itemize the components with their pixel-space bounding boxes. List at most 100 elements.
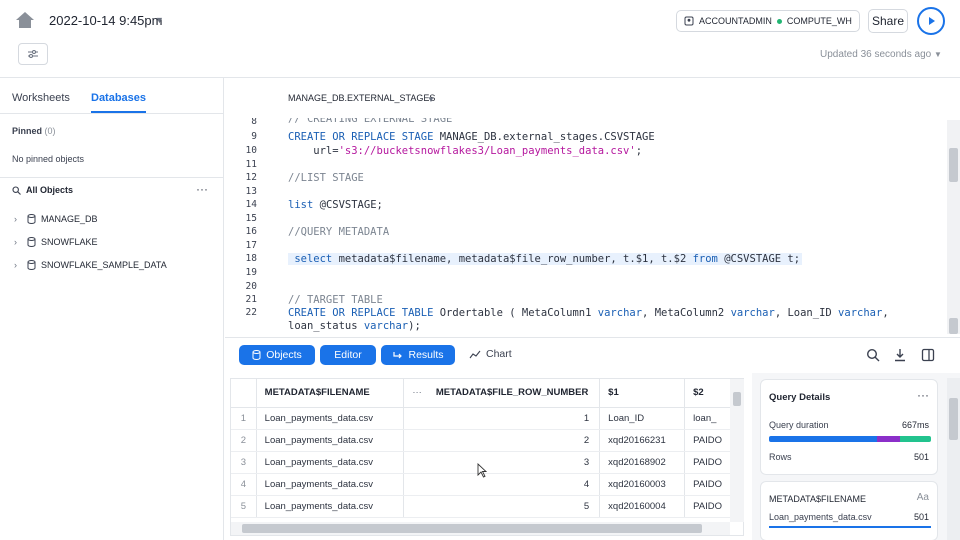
results-toolbar: Objects Editor Results Chart [225,337,960,373]
editor-scroll-thumb-bottom[interactable] [949,318,958,334]
search-icon[interactable] [12,185,21,195]
chevron-right-icon[interactable]: › [14,237,22,247]
column-header-label: METADATA$FILE_ROW_NUMBER [435,387,589,399]
database-label: MANAGE_DB [41,214,98,224]
warehouse-label: COMPUTE_WH [786,16,852,26]
query-details-card: Query Details ··· Query duration 667ms R… [760,379,938,475]
filename-cell[interactable]: Loan_payments_data.csv [256,495,405,518]
filename-cell[interactable]: Loan_payments_data.csv [256,429,405,452]
row-number-cell[interactable]: 3 [403,451,601,474]
column-distribution-bar [769,526,931,528]
table-row[interactable]: 5 Loan_payments_data.csv 5 xqd20160004 PAIDO [231,495,743,518]
column-header[interactable]: $1 [599,379,686,408]
home-icon[interactable] [14,10,36,30]
column-header[interactable]: METADATA$FILENAME [256,379,405,408]
row-index-cell[interactable]: 4 [231,473,257,496]
chart-label: Chart [486,348,512,360]
editor-button[interactable]: Editor [320,345,376,365]
search-icon[interactable] [866,348,880,362]
pinned-header: Pinned (0) [12,126,56,136]
database-icon [27,214,36,224]
table-row[interactable]: 2 Loan_payments_data.csv 2 xqd20166231 PAIDO [231,429,743,452]
worksheet-title[interactable]: 2022-10-14 9:45pm [49,13,162,28]
row-number-cell[interactable]: 5 [403,495,601,518]
duration-segment-compile [769,436,877,442]
role-label: ACCOUNTADMIN [699,16,772,26]
column-title: METADATA$FILENAME [769,494,867,504]
grid-vertical-scroll-thumb[interactable] [733,392,741,406]
table-row[interactable]: 1 Loan_payments_data.csv 1 Loan_ID loan_ [231,407,743,430]
chevron-down-icon[interactable]: ▼ [934,50,942,59]
column-details-card[interactable]: METADATA$FILENAME Aa Loan_payments_data.… [760,481,938,540]
sidebar-item-snowflake-sample-data[interactable]: › SNOWFLAKE_SAMPLE_DATA [14,260,167,270]
details-panel: Query Details ··· Query duration 667ms R… [752,373,960,540]
database-icon [252,350,261,360]
top-bar: 2022-10-14 9:45pm ▼ ACCOUNTADMIN COMPUTE… [0,0,960,78]
play-icon [929,17,935,25]
more-options-icon[interactable]: ··· [917,388,929,402]
sidebar-item-manage-db[interactable]: › MANAGE_DB [14,214,98,224]
column-1-cell[interactable]: xqd20166231 [599,429,686,452]
role-warehouse-selector[interactable]: ACCOUNTADMIN COMPUTE_WH [676,10,860,32]
sidebar-item-snowflake[interactable]: › SNOWFLAKE [14,237,98,247]
filter-settings-button[interactable] [18,43,48,65]
row-number-cell[interactable]: 1 [403,407,601,430]
table-header-row: METADATA$FILENAME ··· METADATA$FILE_ROW_N… [231,379,743,408]
column-1-cell[interactable]: xqd20160004 [599,495,686,518]
database-icon [27,237,36,247]
column-1-cell[interactable]: xqd20168902 [599,451,686,474]
grid-horizontal-scroll-thumb[interactable] [242,524,702,533]
mouse-cursor-icon [477,463,487,478]
code-line: 9 CREATE OR REPLACE STAGE MANAGE_DB.exter… [251,131,655,143]
code-line: 17 [245,240,257,251]
column-header[interactable]: ··· METADATA$FILE_ROW_NUMBER [403,379,601,408]
tab-worksheets[interactable]: Worksheets [12,92,70,104]
column-header-label: METADATA$FILENAME [264,387,370,399]
sql-editor[interactable]: MANAGE_DB.EXTERNAL_STAGES ▼ 8// CREATING… [225,78,960,336]
column-1-cell[interactable]: xqd20160003 [599,473,686,496]
row-index-cell[interactable]: 3 [231,451,257,474]
row-index-cell[interactable]: 2 [231,429,257,452]
text-type-icon: Aa [916,492,929,503]
row-number-cell[interactable]: 4 [403,473,601,496]
column-value-count: 501 [913,512,929,522]
chevron-down-icon[interactable]: ▼ [155,15,164,25]
details-scroll-thumb[interactable] [949,398,958,440]
download-icon[interactable] [893,348,907,362]
column-top-value: Loan_payments_data.csv [769,512,872,522]
run-button[interactable] [917,7,945,35]
filename-cell[interactable]: Loan_payments_data.csv [256,473,405,496]
filename-cell[interactable]: Loan_payments_data.csv [256,407,405,430]
row-index-cell[interactable]: 5 [231,495,257,518]
code-line: 8// CREATING EXTERNAL STAGE [251,118,453,127]
row-index-cell[interactable]: 1 [231,407,257,430]
duration-segment-execute [900,436,931,442]
chart-tab[interactable]: Chart [469,348,512,360]
objects-label: Objects [266,349,302,361]
context-selector[interactable]: MANAGE_DB.EXTERNAL_STAGES [288,93,435,103]
objects-button[interactable]: Objects [239,345,315,365]
column-1-cell[interactable]: Loan_ID [599,407,686,430]
query-details-title: Query Details [769,392,831,403]
results-button[interactable]: Results [381,345,455,365]
tab-databases[interactable]: Databases [91,92,146,104]
code-line: 15 [245,213,257,224]
code-line: 14 list @CSVSTAGE; [245,199,383,211]
filename-cell[interactable]: Loan_payments_data.csv [256,451,405,474]
divider [0,177,224,178]
rows-label: Rows [769,452,792,462]
split-panel-icon[interactable] [921,348,935,362]
chevron-right-icon[interactable]: › [14,214,22,224]
editor-scroll-thumb[interactable] [949,148,958,182]
column-menu-icon[interactable]: ··· [412,387,422,398]
results-grid[interactable]: METADATA$FILENAME ··· METADATA$FILE_ROW_N… [230,378,744,536]
database-label: SNOWFLAKE [41,237,98,247]
chevron-right-icon[interactable]: › [14,260,22,270]
row-number-cell[interactable]: 2 [403,429,601,452]
share-button[interactable]: Share [868,9,908,33]
chevron-down-icon[interactable]: ▼ [427,95,435,104]
code-line: 20 [245,281,257,292]
all-objects-header[interactable]: All Objects [12,185,73,195]
more-options-icon[interactable]: ··· [196,182,208,196]
user-badge-icon [684,16,694,26]
